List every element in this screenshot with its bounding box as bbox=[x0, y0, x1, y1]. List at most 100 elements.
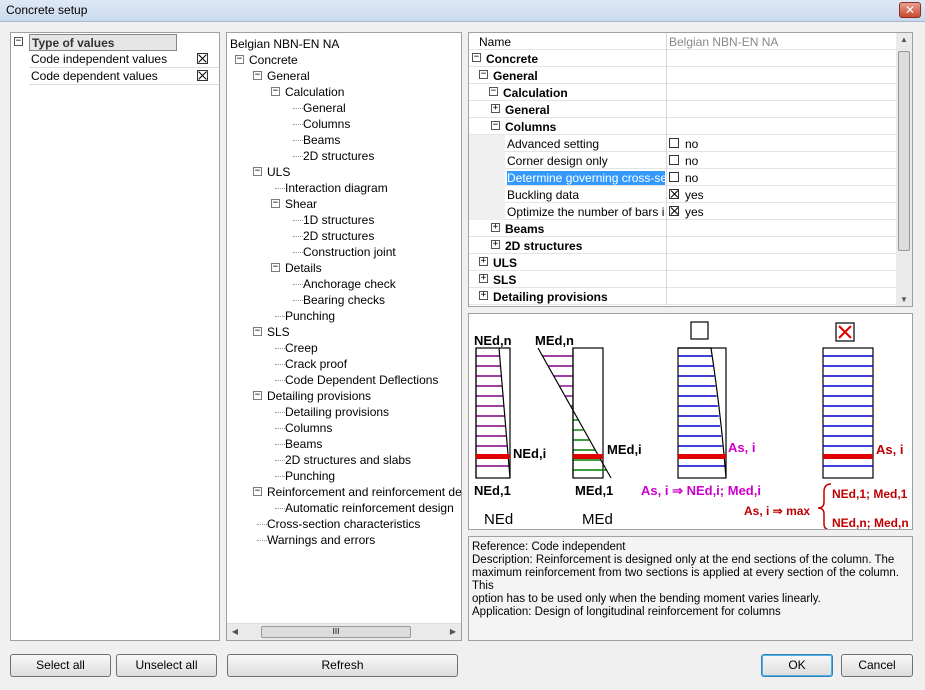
tree-node-label: Details bbox=[285, 261, 322, 275]
grid-row[interactable]: Corner design only no bbox=[469, 152, 897, 169]
unchecked-checkbox[interactable] bbox=[669, 155, 679, 165]
expand-icon[interactable]: + bbox=[479, 291, 488, 300]
grid-row[interactable]: + SLS bbox=[469, 271, 897, 288]
tree-connector bbox=[275, 364, 285, 365]
tree-node-label: Concrete bbox=[249, 53, 298, 67]
ned-top-label: NEd,n bbox=[474, 333, 512, 348]
code-dependent-checkbox[interactable] bbox=[197, 70, 208, 81]
scroll-right-icon[interactable]: ▶ bbox=[447, 626, 459, 638]
grid-vertical-scrollbar[interactable]: ▲ ▼ bbox=[896, 33, 912, 306]
tree-connector bbox=[275, 348, 285, 349]
collapse-icon[interactable]: − bbox=[253, 167, 262, 176]
scroll-thumb[interactable]: III bbox=[261, 626, 411, 638]
grid-row[interactable]: − Columns bbox=[469, 118, 897, 135]
refresh-button[interactable]: Refresh bbox=[227, 654, 458, 677]
tree-node-label: Punching bbox=[285, 469, 336, 483]
unchecked-checkbox[interactable] bbox=[669, 172, 679, 182]
tree-node-label: Beams bbox=[303, 133, 341, 147]
grid-row-name: General bbox=[493, 69, 538, 83]
grid-row[interactable]: + General bbox=[469, 101, 897, 118]
code-dependent-label: Code dependent values bbox=[31, 69, 158, 83]
grid-row[interactable]: + Beams bbox=[469, 220, 897, 237]
ned-bot-label: NEd,1 bbox=[474, 483, 511, 498]
type-of-values-header[interactable]: Type of values bbox=[29, 34, 177, 51]
scroll-left-icon[interactable]: ◀ bbox=[229, 626, 241, 638]
grid-row[interactable]: − Calculation bbox=[469, 84, 897, 101]
tree-connector bbox=[275, 444, 285, 445]
code-independent-label: Code independent values bbox=[31, 52, 168, 66]
tree-node-label: Code Dependent Deflections bbox=[285, 373, 439, 387]
tree-node-label: Warnings and errors bbox=[267, 533, 376, 547]
collapse-icon[interactable]: − bbox=[489, 87, 498, 96]
grid-row[interactable]: Determine governing cross-sec... no bbox=[469, 169, 897, 186]
grid-row[interactable]: +2D structures bbox=[469, 237, 897, 254]
grid-header-name: Name bbox=[479, 35, 512, 49]
scroll-down-icon[interactable]: ▼ bbox=[898, 295, 910, 304]
expand-icon[interactable]: + bbox=[479, 274, 488, 283]
expand-icon[interactable]: + bbox=[491, 104, 500, 113]
tree-node-label: Reinforcement and reinforcement design bbox=[267, 485, 462, 499]
expand-icon[interactable]: + bbox=[479, 257, 488, 266]
collapse-icon[interactable]: − bbox=[271, 199, 280, 208]
collapse-icon[interactable]: − bbox=[253, 391, 262, 400]
grid-row[interactable]: Optimize the number of bars in ... yes bbox=[469, 203, 897, 220]
ok-button[interactable]: OK bbox=[761, 654, 833, 677]
tree-connector bbox=[275, 380, 285, 381]
select-all-button[interactable]: Select all bbox=[10, 654, 111, 677]
tree-horizontal-scrollbar[interactable]: ◀ III ▶ bbox=[227, 623, 461, 640]
collapse-icon[interactable]: − bbox=[271, 87, 280, 96]
collapse-icon[interactable]: − bbox=[235, 55, 244, 64]
ned-mid-label: NEd,i bbox=[513, 446, 546, 461]
tree-node-label: Columns bbox=[303, 117, 351, 131]
grid-row[interactable]: Buckling data yes bbox=[469, 186, 897, 203]
collapse-icon[interactable]: − bbox=[472, 53, 481, 62]
close-button[interactable]: ✕ bbox=[899, 2, 921, 18]
collapse-icon[interactable]: − bbox=[271, 263, 280, 272]
tree-node-label: Cross-section characteristics bbox=[267, 517, 421, 531]
type-of-values-panel: − Type of values Code independent values… bbox=[10, 32, 220, 641]
tree-node-label: Creep bbox=[285, 341, 318, 355]
grid-scroll-thumb[interactable] bbox=[898, 51, 910, 251]
cancel-button[interactable]: Cancel bbox=[841, 654, 913, 677]
grid-row-name: Concrete bbox=[486, 52, 539, 66]
checked-checkbox[interactable] bbox=[669, 189, 679, 199]
tree-connector bbox=[293, 220, 303, 221]
tree-connector bbox=[293, 108, 303, 109]
grid-row[interactable]: − General bbox=[469, 67, 897, 84]
tree-connector bbox=[275, 188, 285, 189]
code-independent-row[interactable]: Code independent values bbox=[29, 51, 219, 68]
brace-icon bbox=[817, 483, 832, 529]
grid-row[interactable]: + Detailing provisions bbox=[469, 288, 897, 305]
tree-node-label: Detailing provisions bbox=[267, 389, 372, 403]
grid-row[interactable]: Advanced setting no bbox=[469, 135, 897, 152]
tree-node-label: Crack proof bbox=[285, 357, 348, 371]
collapse-icon[interactable]: − bbox=[491, 121, 500, 130]
as-max-label: As, i ⇒ max bbox=[744, 504, 810, 518]
unchecked-checkbox[interactable] bbox=[669, 138, 679, 148]
grid-row-value: no bbox=[685, 137, 699, 151]
expand-icon[interactable]: + bbox=[491, 240, 500, 249]
med-caption: MEd bbox=[582, 511, 613, 528]
code-independent-checkbox[interactable] bbox=[197, 53, 208, 64]
tree-connector bbox=[293, 252, 303, 253]
expand-icon[interactable]: + bbox=[491, 223, 500, 232]
tree-node-label: Calculation bbox=[285, 85, 345, 99]
collapse-icon[interactable]: − bbox=[14, 37, 23, 46]
checked-checkbox[interactable] bbox=[669, 206, 679, 216]
tree-connector bbox=[293, 124, 303, 125]
grid-row-value: yes bbox=[685, 188, 704, 202]
collapse-icon[interactable]: − bbox=[253, 327, 262, 336]
unselect-all-button[interactable]: Unselect all bbox=[116, 654, 217, 677]
grid-row[interactable]: + ULS bbox=[469, 254, 897, 271]
code-dependent-row[interactable]: Code dependent values bbox=[29, 68, 219, 85]
scroll-up-icon[interactable]: ▲ bbox=[898, 35, 910, 44]
med-bot-label: MEd,1 bbox=[575, 483, 613, 498]
grid-row-name: Calculation bbox=[503, 86, 568, 100]
description-line-1: Description: Reinforcement is designed o… bbox=[472, 554, 895, 566]
collapse-icon[interactable]: − bbox=[253, 487, 262, 496]
grid-row[interactable]: − Concrete bbox=[469, 50, 897, 67]
collapse-icon[interactable]: − bbox=[479, 70, 488, 79]
tree-node-label: Detailing provisions bbox=[285, 405, 390, 419]
diagram-svg: NEd,n NEd,i NEd,1 NEd MEd,n MEd,i MEd,1 … bbox=[474, 321, 909, 529]
collapse-icon[interactable]: − bbox=[253, 71, 262, 80]
